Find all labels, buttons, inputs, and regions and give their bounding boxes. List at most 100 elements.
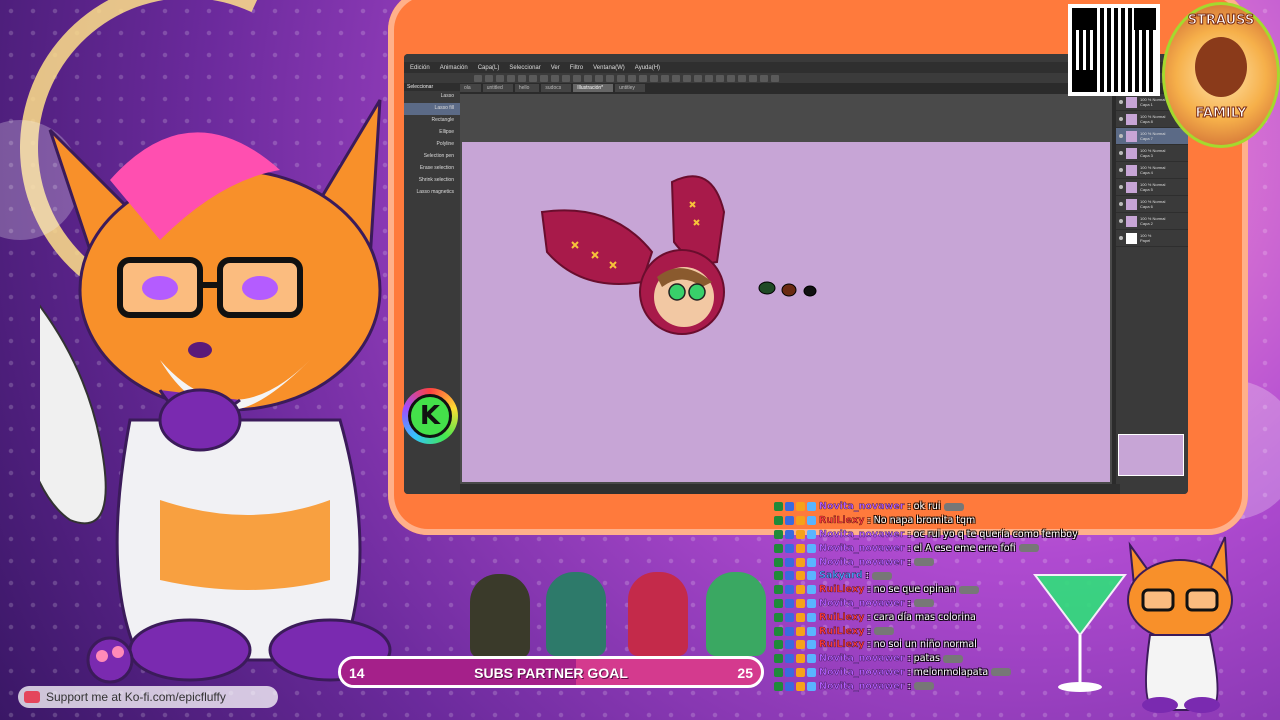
subtool-item[interactable]: Lasso magnetics — [404, 187, 460, 199]
toolbar-button[interactable] — [562, 74, 570, 82]
menu-edit[interactable]: Edición — [410, 65, 430, 71]
chat-username[interactable]: Novita_novawer — [819, 501, 905, 512]
subtool-item[interactable]: Rectangle — [404, 115, 460, 127]
eye-icon[interactable] — [1119, 185, 1123, 189]
toolbar-button[interactable] — [683, 74, 691, 82]
menu-animation[interactable]: Animación — [440, 65, 468, 71]
menu-layer[interactable]: Capa(L) — [478, 65, 500, 71]
menu-view[interactable]: Ver — [551, 65, 560, 71]
eye-icon[interactable] — [1119, 100, 1123, 104]
k-logo-letter: K — [408, 394, 452, 438]
chat-badge-icon — [807, 681, 816, 691]
document-tab[interactable]: untitley — [615, 84, 645, 92]
toolbar-button[interactable] — [485, 74, 493, 82]
toolbar-button[interactable] — [551, 74, 559, 82]
chat-username[interactable]: Novita_novawer — [819, 667, 905, 678]
toolbar-button[interactable] — [705, 74, 713, 82]
chat-username[interactable]: Novita_novawer — [819, 556, 905, 567]
document-tab[interactable]: ola — [460, 84, 481, 92]
chat-badges — [774, 654, 816, 664]
toolbar-button[interactable] — [474, 74, 482, 82]
toolbar-button[interactable] — [496, 74, 504, 82]
toolbar-button[interactable] — [650, 74, 658, 82]
layer-name: Capa 4 — [1140, 170, 1153, 175]
chat-message-text: : ok rui — [907, 501, 941, 513]
toolbar-button[interactable] — [573, 74, 581, 82]
chat-username[interactable]: Sakyard — [819, 570, 863, 581]
toolbar-button[interactable] — [584, 74, 592, 82]
chat-username[interactable]: Novita_novawer — [819, 543, 905, 554]
chat-badges — [774, 516, 816, 526]
document-tab[interactable]: untitled — [482, 84, 513, 92]
menu-select[interactable]: Seleccionar — [509, 65, 540, 71]
toolbar-button[interactable] — [540, 74, 548, 82]
subtool-item[interactable]: Ellipse — [404, 127, 460, 139]
chat-username[interactable]: Novita_novawer — [819, 681, 905, 692]
layer-row[interactable]: 100 % Normal Capa 4 — [1116, 162, 1188, 179]
toolbar-button[interactable] — [628, 74, 636, 82]
layer-row-active[interactable]: 100 % Normal Capa 7 — [1116, 128, 1188, 145]
subtool-item[interactable]: Polyline — [404, 139, 460, 151]
subtool-item[interactable]: Selection pen — [404, 151, 460, 163]
layer-row[interactable]: 100 % Normal Capa 6 — [1116, 196, 1188, 213]
document-tab[interactable]: hello — [514, 84, 540, 92]
menu-filter[interactable]: Filtro — [570, 65, 583, 71]
document-tab-active[interactable]: Illustración* — [573, 84, 614, 92]
color-swatches — [758, 281, 817, 297]
subtool-item-active[interactable]: Lasso fill — [404, 103, 460, 115]
eye-icon[interactable] — [1119, 236, 1123, 240]
layer-row[interactable]: 100 % Normal Capa 2 — [1116, 213, 1188, 230]
chat-badge-icon — [785, 667, 794, 677]
chat-username[interactable]: RuiLlexy — [819, 625, 865, 636]
toolbar-button[interactable] — [661, 74, 669, 82]
menu-help[interactable]: Ayuda(H) — [635, 65, 660, 71]
chat-username[interactable]: RuiLlexy — [819, 639, 865, 650]
chat-username[interactable]: RuiLlexy — [819, 515, 865, 526]
eye-icon[interactable] — [1119, 202, 1123, 206]
toolbar-button[interactable] — [529, 74, 537, 82]
toolbar-button[interactable] — [606, 74, 614, 82]
eye-icon[interactable] — [1119, 219, 1123, 223]
toolbar-button[interactable] — [771, 74, 779, 82]
chat-message-text: : — [907, 556, 911, 568]
app-window: Edición Animación Capa(L) Seleccionar Ve… — [404, 54, 1188, 494]
layer-row[interactable]: 100 % Papel — [1116, 230, 1188, 247]
toolbar-button[interactable] — [760, 74, 768, 82]
chat-username[interactable]: RuiLlexy — [819, 584, 865, 595]
layer-row[interactable]: 100 % Normal Capa 5 — [1116, 179, 1188, 196]
toolbar-button[interactable] — [672, 74, 680, 82]
navigator-preview[interactable] — [1118, 434, 1184, 476]
subtool-item[interactable]: Shrink selection — [404, 175, 460, 187]
toolbar-button[interactable] — [595, 74, 603, 82]
eye-icon[interactable] — [1119, 134, 1123, 138]
chat-badge-icon — [796, 681, 805, 691]
toolbar-button[interactable] — [639, 74, 647, 82]
menu-window[interactable]: Ventana(W) — [593, 65, 625, 71]
layer-name: Capa 5 — [1140, 187, 1153, 192]
eye-icon[interactable] — [1119, 117, 1123, 121]
chat-username[interactable]: RuiLlexy — [819, 612, 865, 623]
layer-row[interactable]: 100 % Normal Capa 3 — [1116, 145, 1188, 162]
toolbar-button[interactable] — [727, 74, 735, 82]
subtool-item[interactable]: Erase selection — [404, 163, 460, 175]
toolbar-button[interactable] — [738, 74, 746, 82]
chat-username[interactable]: Novita_novawer — [819, 529, 905, 540]
toolbar-button[interactable] — [518, 74, 526, 82]
toolbar-button[interactable] — [507, 74, 515, 82]
team-character-3 — [628, 572, 688, 656]
toolbar-button[interactable] — [716, 74, 724, 82]
eye-icon[interactable] — [1119, 168, 1123, 172]
eye-icon[interactable] — [1119, 151, 1123, 155]
toolbar-button[interactable] — [617, 74, 625, 82]
document-tab[interactable]: sudocs — [541, 84, 572, 92]
layer-thumbnail — [1126, 130, 1137, 142]
subtool-item[interactable]: Lasso — [404, 91, 460, 103]
toolbar-button[interactable] — [749, 74, 757, 82]
chat-username[interactable]: Novita_novawer — [819, 653, 905, 664]
toolbar-button[interactable] — [694, 74, 702, 82]
chat-username[interactable]: Novita_novawer — [819, 598, 905, 609]
kofi-banner[interactable]: Support me at Ko-fi.com/epicfluffy — [18, 686, 278, 708]
layer-thumbnail — [1126, 198, 1137, 210]
chat-emote-icon — [913, 599, 934, 608]
drawing-canvas[interactable] — [462, 142, 1110, 482]
